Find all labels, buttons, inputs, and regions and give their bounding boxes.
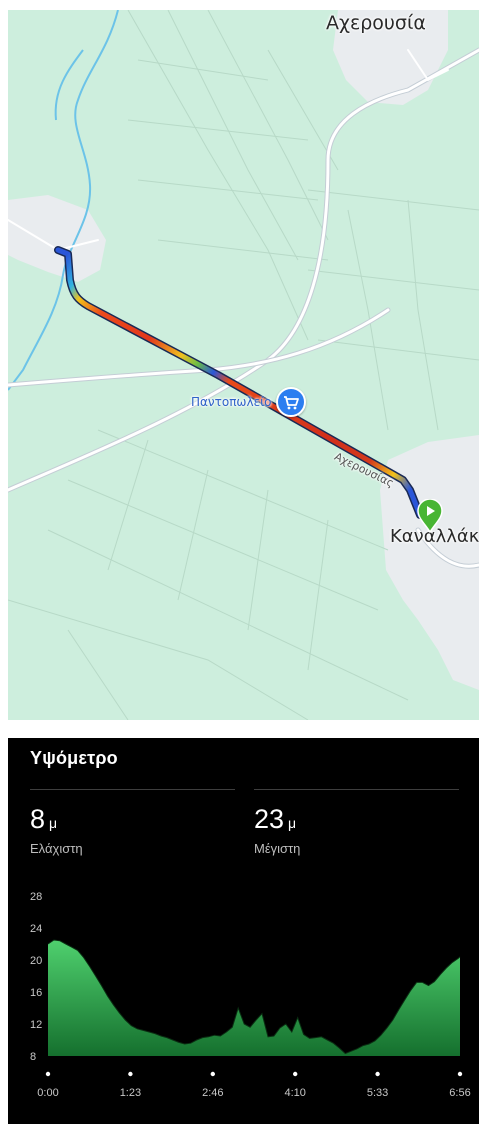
x-tick-label: 2:46 bbox=[202, 1087, 223, 1099]
urban-areas bbox=[8, 10, 479, 690]
min-elevation-value: 8 bbox=[30, 804, 46, 834]
x-tick-dot bbox=[210, 1071, 215, 1077]
y-tick-label: 24 bbox=[30, 923, 42, 935]
y-axis: 28 24 20 16 12 8 bbox=[30, 891, 42, 1063]
y-tick-label: 20 bbox=[30, 955, 42, 967]
max-elevation-value: 23 bbox=[254, 804, 285, 834]
x-axis: 0:00 1:23 2:46 4:10 5:33 6:56 bbox=[37, 1071, 471, 1099]
x-tick-dot bbox=[45, 1071, 51, 1077]
min-elevation-stat: 8μ Ελάχιστη bbox=[30, 804, 83, 856]
elevation-title: Υψόμετρο bbox=[30, 748, 118, 768]
x-tick-label: 1:23 bbox=[120, 1087, 141, 1099]
elevation-area bbox=[48, 940, 460, 1056]
map-label-acherousia[interactable]: Αχερουσία bbox=[326, 12, 426, 34]
elevation-panel: Υψόμετρο 8μ Ελάχιστη 23 μ Μέγιστη 28 24 20 1… bbox=[8, 738, 479, 1124]
y-tick-label: 12 bbox=[30, 1019, 42, 1031]
map-canvas[interactable] bbox=[8, 10, 479, 720]
x-tick-dot bbox=[375, 1071, 380, 1077]
x-tick-label: 6:56 bbox=[449, 1087, 470, 1099]
y-tick-label: 16 bbox=[30, 987, 42, 999]
x-tick-label: 5:33 bbox=[367, 1087, 388, 1099]
max-elevation-unit: μ bbox=[288, 815, 297, 831]
x-tick-dot bbox=[293, 1071, 298, 1077]
y-tick-label: 28 bbox=[30, 891, 42, 903]
x-tick-label: 0:00 bbox=[37, 1087, 58, 1099]
x-tick-label: 4:10 bbox=[284, 1087, 305, 1099]
map-label-shop[interactable]: Παντοπωλείο bbox=[191, 395, 271, 409]
min-elevation-label: Ελάχιστη bbox=[30, 841, 83, 856]
map-view[interactable]: Αχερουσία Παντοπωλείο Αχερουσίας Καναλλά… bbox=[8, 10, 479, 720]
x-tick-dot bbox=[128, 1071, 133, 1077]
divider bbox=[254, 789, 459, 790]
elevation-chart[interactable]: 28 24 20 16 12 8 0:00 1:23 2:46 4:10 5:33 6:56 bbox=[8, 878, 479, 1118]
x-tick-dot bbox=[457, 1071, 463, 1077]
y-tick-label: 8 bbox=[30, 1051, 36, 1063]
max-elevation-label: Μέγιστη bbox=[254, 841, 301, 856]
min-elevation-unit: μ bbox=[49, 815, 58, 831]
shopping-cart-icon[interactable] bbox=[276, 387, 306, 417]
divider bbox=[30, 789, 235, 790]
max-elevation-stat: 23 μ Μέγιστη bbox=[254, 804, 300, 856]
